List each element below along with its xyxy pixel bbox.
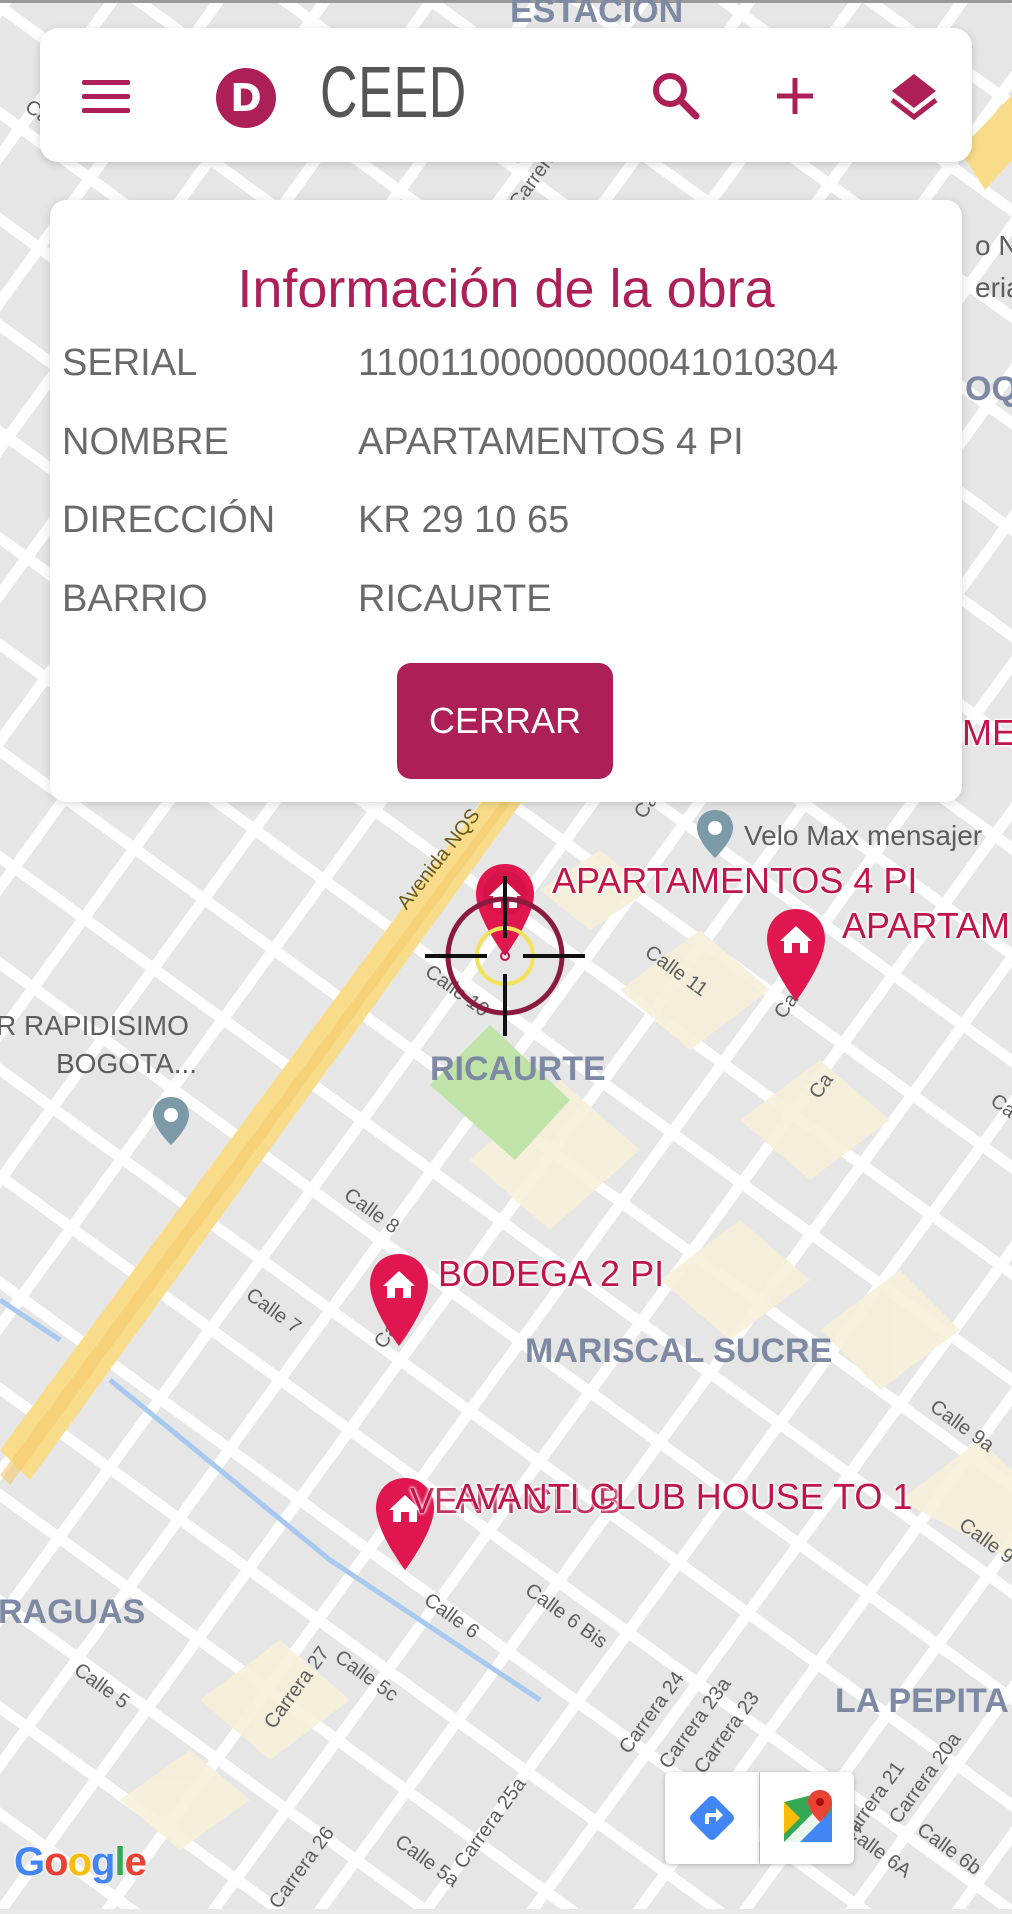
serial-label: SERIAL bbox=[62, 342, 198, 384]
add-icon[interactable] bbox=[763, 64, 827, 128]
poi-label: o N bbox=[975, 230, 1012, 261]
menu-icon-line bbox=[82, 108, 130, 113]
google-letter: e bbox=[124, 1840, 147, 1884]
directions-button[interactable] bbox=[665, 1772, 759, 1864]
barrio-value: RICAURTE bbox=[358, 578, 552, 620]
barrio-label: BARRIO bbox=[62, 578, 208, 620]
close-button[interactable]: CERRAR bbox=[397, 663, 613, 779]
map-area-label: RICAURTE bbox=[430, 1050, 606, 1088]
work-label[interactable]: AVANTI CLUB HOUSE TO 1 bbox=[455, 1476, 912, 1518]
map-area-label: MARISCAL SUCRE bbox=[525, 1332, 833, 1370]
logo-letter: D bbox=[230, 76, 262, 120]
top-app-bar bbox=[40, 28, 972, 162]
menu-icon-line bbox=[82, 80, 130, 85]
menu-icon-line bbox=[82, 94, 130, 99]
layers-icon[interactable] bbox=[882, 64, 946, 128]
poi-label[interactable]: BOGOTA... bbox=[56, 1048, 197, 1080]
search-icon[interactable] bbox=[644, 64, 708, 128]
work-label[interactable]: BODEGA 2 PI bbox=[438, 1253, 664, 1295]
google-letter: o bbox=[44, 1840, 68, 1884]
map-area-label: OQU bbox=[965, 370, 1012, 408]
direccion-label: DIRECCIÓN bbox=[62, 499, 276, 541]
poi-pin-icon[interactable] bbox=[694, 808, 736, 860]
google-letter: l bbox=[114, 1840, 125, 1884]
poi-pin-icon[interactable] bbox=[150, 1095, 192, 1147]
work-label[interactable]: APARTAMENTOS 4 PI bbox=[552, 860, 917, 902]
directions-icon bbox=[690, 1796, 734, 1840]
nombre-label: NOMBRE bbox=[62, 421, 229, 463]
app-title: CEED bbox=[320, 53, 467, 133]
google-logo: Google bbox=[14, 1840, 147, 1885]
house-marker-icon[interactable] bbox=[763, 905, 829, 1005]
work-label[interactable]: APARTAM bbox=[842, 905, 1010, 947]
map-area-label: LA PEPITA bbox=[835, 1682, 1009, 1720]
google-letter: g bbox=[91, 1840, 115, 1884]
house-marker-icon[interactable] bbox=[366, 1250, 432, 1350]
poi-label[interactable]: R RAPIDISIMO bbox=[0, 1010, 189, 1042]
open-in-maps-button[interactable] bbox=[760, 1772, 854, 1864]
info-card: Información de la obra SERIAL 1100110000… bbox=[50, 200, 962, 802]
google-letter: G bbox=[14, 1840, 45, 1884]
map-area-label: MER bbox=[962, 712, 1012, 753]
google-maps-icon bbox=[784, 1790, 832, 1842]
card-title: Información de la obra bbox=[237, 259, 775, 319]
poi-label: eria bbox=[975, 272, 1012, 303]
app-logo: D bbox=[216, 68, 276, 128]
nombre-value: APARTAMENTOS 4 PI bbox=[358, 421, 744, 463]
map-area-label: RAGUAS bbox=[0, 1593, 146, 1631]
google-letter: o bbox=[67, 1840, 92, 1884]
map-area-label: ESTACIÓN bbox=[510, 0, 684, 30]
direccion-value: KR 29 10 65 bbox=[358, 499, 570, 541]
serial-value: 11001100000000041010304 bbox=[358, 342, 839, 384]
menu-button[interactable] bbox=[70, 72, 136, 122]
poi-label[interactable]: Velo Max mensajer bbox=[744, 820, 982, 852]
